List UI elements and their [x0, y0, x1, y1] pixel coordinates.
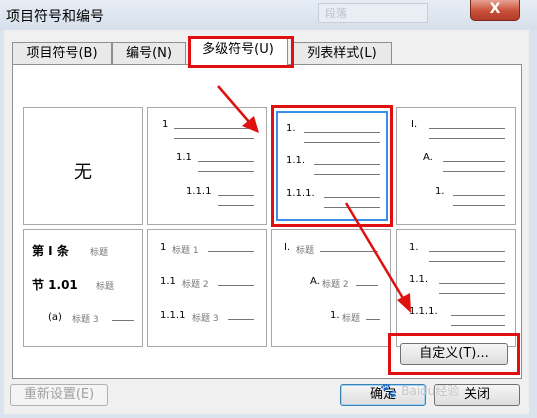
text-line: [320, 251, 378, 252]
paw-icon: 🐾: [380, 383, 398, 399]
preview-none[interactable]: 无: [23, 107, 143, 225]
text-line: [429, 138, 505, 139]
text-line: [453, 205, 505, 206]
text-line: [218, 205, 254, 206]
heading-label: 标题 2: [182, 280, 209, 290]
text-line: [443, 161, 505, 162]
heading-label: 标题: [342, 314, 361, 324]
highlight-multilevel-tab: [188, 36, 294, 68]
level3-number: 1.1.1: [186, 186, 212, 197]
text-line: [439, 283, 505, 284]
preview-numeric[interactable]: 1 1.1 1.1.1: [147, 107, 267, 225]
highlight-customize-button: [388, 333, 520, 375]
level2-number: 1.1: [160, 276, 176, 287]
heading-label: 标题: [296, 246, 315, 256]
level2-number: A.: [423, 152, 433, 163]
text-line: [439, 293, 505, 294]
level2-number: 节 1.01: [32, 278, 78, 292]
level2-number: A.: [310, 276, 320, 287]
level3-number: (a): [48, 312, 62, 323]
window-title: 项目符号和编号: [6, 9, 104, 25]
text-line: [208, 251, 254, 252]
heading-label: 标题: [90, 248, 109, 258]
text-line: [174, 128, 254, 129]
level3-number: 1.1.1: [160, 310, 186, 321]
heading-label: 标题 3: [192, 314, 219, 324]
text-line: [443, 171, 505, 172]
text-line: [429, 261, 505, 262]
tab-numbering[interactable]: 编号(N): [112, 42, 186, 64]
text-line: [218, 195, 254, 196]
multilevel-panel: 无 1 1.1 1.1.1 1. 1.1. 1.1.1. I. A. 1. 第 …: [12, 64, 522, 379]
level1-number: 第 I 条: [32, 244, 69, 258]
level1-number: 1: [160, 242, 167, 253]
level1-number: 1: [162, 119, 169, 130]
level3-number: 1.1.1.: [409, 306, 438, 317]
tab-bullets[interactable]: 项目符号(B): [12, 42, 112, 64]
text-line: [451, 325, 505, 326]
text-line: [451, 315, 505, 316]
text-line: [453, 195, 505, 196]
text-line: [198, 161, 254, 162]
text-line: [218, 285, 254, 286]
background-field: 段落: [318, 3, 428, 23]
text-line: [366, 319, 380, 320]
heading-label: 标题 3: [72, 315, 99, 325]
heading-label: 标题 2: [322, 280, 349, 290]
text-line: [429, 251, 505, 252]
text-line: [174, 138, 254, 139]
title-bar: 项目符号和编号 段落 X: [0, 0, 537, 30]
level2-number: 1.1.: [409, 274, 429, 285]
text-line: [429, 128, 505, 129]
watermark: 🐾 Baidu经验: [380, 382, 459, 399]
level1-number: I.: [411, 119, 418, 130]
text-line: [112, 320, 134, 321]
highlight-selected-preview: [271, 105, 393, 227]
reset-button[interactable]: 重新设置(E): [10, 384, 108, 406]
text-line: [228, 319, 254, 320]
level1-number: I.: [284, 242, 291, 253]
close-window-button[interactable]: X: [470, 0, 520, 21]
level1-number: 1.: [409, 242, 419, 253]
preview-numeric-headings[interactable]: 1 标题 1 1.1 标题 2 1.1.1 标题 3: [147, 229, 267, 347]
text-line: [356, 285, 378, 286]
level3-number: 1.: [330, 310, 340, 321]
tab-list-styles[interactable]: 列表样式(L): [292, 42, 392, 64]
heading-label: 标题: [96, 282, 115, 292]
level3-number: 1.: [435, 186, 445, 197]
preview-roman-alpha[interactable]: I. A. 1.: [396, 107, 516, 225]
none-label: 无: [74, 162, 92, 183]
level2-number: 1.1: [176, 152, 192, 163]
watermark-text: Baidu经验: [401, 384, 460, 398]
dialog-client: 项目符号(B) 编号(N) 多级符号(U) 列表样式(L) 无 1 1.1 1.…: [4, 30, 529, 414]
text-line: [198, 171, 254, 172]
heading-label: 标题 1: [172, 246, 199, 256]
preview-dotted-flat[interactable]: 1. 1.1. 1.1.1.: [396, 229, 516, 347]
preview-roman-headings[interactable]: I. 标题 A. 标题 2 1. 标题: [271, 229, 391, 347]
preview-article-section[interactable]: 第 I 条 标题 节 1.01 标题 (a) 标题 3: [23, 229, 143, 347]
